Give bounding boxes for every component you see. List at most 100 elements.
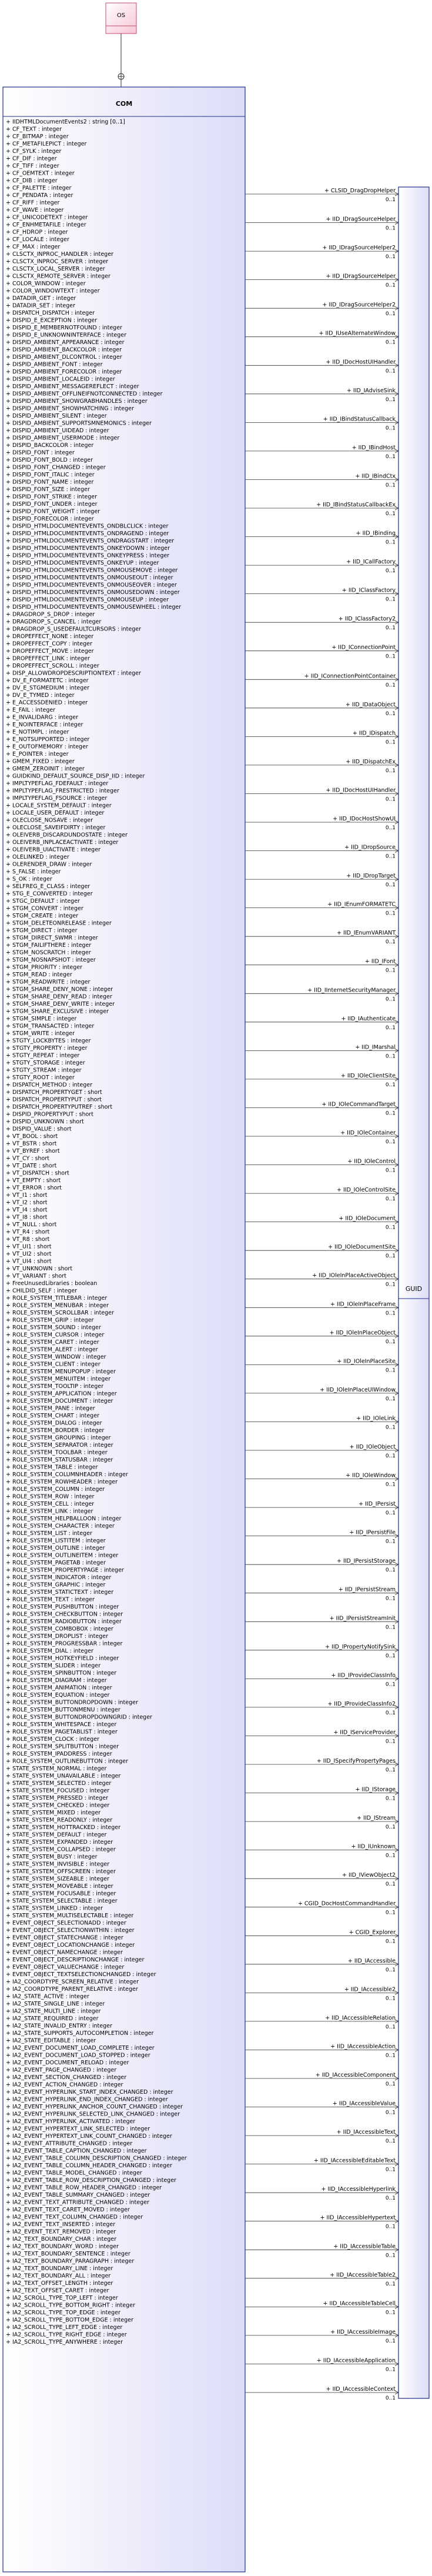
association[interactable]: + IID_IPropertyNotifySink 0..1 — [245, 1644, 399, 1659]
association[interactable]: + IID_IOleLink 0..1 — [245, 1416, 399, 1431]
association[interactable]: + IID_IFont 0..1 — [245, 959, 399, 974]
association[interactable]: + IID_IOleWindow 0..1 — [245, 1473, 399, 1488]
com-member: + ROLE_SYSTEM_DIALOG : integer — [6, 1420, 102, 1427]
association[interactable]: + IID_IServiceProvider 0..1 — [245, 1730, 399, 1745]
association[interactable]: + IID_IAccessible 0..1 — [245, 1958, 399, 1973]
com-member: + DISPID_VALUE : short — [6, 1126, 72, 1133]
association[interactable]: + IID_IConnectionPointContainer 0..1 — [245, 673, 399, 688]
association[interactable]: + IID_IDocHostUIHandler 0..1 — [245, 359, 399, 374]
association[interactable]: + IID_IAuthenticate 0..1 — [245, 1016, 399, 1031]
os-class-box[interactable]: OS — [105, 2, 137, 34]
association-multiplicity: 0..1 — [386, 1168, 396, 1174]
association[interactable]: + IID_IOleControl 0..1 — [245, 1159, 399, 1174]
association-role-label: + IID_IOleContainer — [340, 1130, 396, 1136]
association[interactable]: + IID_ISpecifyPropertyPages 0..1 — [245, 1758, 399, 1773]
association[interactable]: + IID_IBindStatusCallback 0..1 — [245, 416, 399, 431]
association[interactable]: + IID_IDocHostUIHandler 0..1 — [245, 788, 399, 803]
association-role-label: + IID_IProvideClassInfo — [331, 1672, 396, 1679]
com-member: + ROLE_SYSTEM_MENUITEM : integer — [6, 1376, 110, 1383]
association[interactable]: + IID_IAccessibleText 0..1 — [245, 2129, 399, 2144]
association[interactable]: + IID_IAccessible2 0..1 — [245, 1986, 399, 2001]
association[interactable]: + IID_IAccessibleTable2 0..1 — [245, 2272, 399, 2287]
association[interactable]: + IID_IBindStatusCallbackEx 0..1 — [245, 502, 399, 517]
association[interactable]: + IID_IViewObject2 0..1 — [245, 1872, 399, 1887]
com-member: + DISPID_HTMLDOCUMENTEVENTS_ONKEYDOWN : … — [6, 545, 170, 552]
association[interactable]: + IID_IOleContainer 0..1 — [245, 1130, 399, 1145]
association[interactable]: + IID_IInternetSecurityManager 0..1 — [245, 987, 399, 1002]
association[interactable]: + IID_IOleInPlaceFrame 0..1 — [245, 1301, 399, 1316]
association[interactable]: + IID_IDropTarget 0..1 — [245, 873, 399, 888]
association[interactable]: + IID_IProvideClassInfo2 0..1 — [245, 1701, 399, 1716]
association-multiplicity: 0..1 — [386, 1225, 396, 1231]
com-member: + IA2_TEXT_BOUNDARY_SENTENCE : integer — [6, 2251, 130, 2257]
association[interactable]: + IID_IDropSource 0..1 — [245, 845, 399, 860]
association[interactable]: + IID_IBindHost 0..1 — [245, 445, 399, 460]
association[interactable]: + IID_IProvideClassInfo 0..1 — [245, 1672, 399, 1687]
association[interactable]: + IID_IDragSourceHelper 0..1 — [245, 216, 399, 232]
association[interactable]: + IID_IAccessibleComponent 0..1 — [245, 2072, 399, 2087]
association[interactable]: + IID_IUseAlternateWindow 0..1 — [245, 331, 399, 346]
association[interactable]: + IID_IAdviseSink 0..1 — [245, 388, 399, 403]
association[interactable]: + CGID_DocHostCommandHandler 0..1 — [245, 1901, 399, 1916]
association-role-label: + IID_IAccessibleEditableText — [314, 2158, 396, 2164]
association[interactable]: + IID_IAccessibleTableCell 0..1 — [245, 2300, 399, 2315]
association[interactable]: + IID_IClassFactory 0..1 — [245, 588, 399, 603]
association-role-label: + IID_IPersist — [359, 1501, 396, 1507]
association[interactable]: + IID_IOleInPlaceObject 0..1 — [245, 1330, 399, 1345]
association[interactable]: + IID_IDataObject 0..1 — [245, 702, 399, 717]
association[interactable]: + IID_IDragSourceHelper2 0..1 — [245, 302, 399, 317]
association[interactable]: + IID_IOleObject 0..1 — [245, 1444, 399, 1459]
association[interactable]: + IID_IEnumVARIANT 0..1 — [245, 930, 399, 945]
association[interactable]: + IID_IPersist 0..1 — [245, 1501, 399, 1516]
association[interactable]: + IID_IAccessibleHyperlink 0..1 — [245, 2186, 399, 2201]
association[interactable]: + IID_IOleClientSite 0..1 — [245, 1073, 399, 1088]
association[interactable]: + IID_IAccessibleApplication 0..1 — [245, 2358, 399, 2373]
association[interactable]: + IID_IAccessibleTable 0..1 — [245, 2243, 399, 2258]
association[interactable]: + IID_IOleCommandTarget 0..1 — [245, 1102, 399, 1117]
association[interactable]: + IID_IAccessibleValue 0..1 — [245, 2101, 399, 2116]
guid-class-box[interactable]: GUID — [398, 186, 430, 2399]
association[interactable]: + IID_IAccessibleEditableText 0..1 — [245, 2158, 399, 2173]
com-member: + DISPID_FONT_SIZE : integer — [6, 486, 90, 493]
com-member: + IA2_EVENT_HYPERLINK_ACTIVATED : intege… — [6, 2118, 135, 2125]
association[interactable]: + IID_IOleInPlaceUIWindow 0..1 — [245, 1387, 399, 1402]
association[interactable]: + IID_IStream 0..1 — [245, 1815, 399, 1830]
association-role-label: + IID_IDocHostUIHandler — [326, 359, 396, 365]
association[interactable]: + IID_IDispatch 0..1 — [245, 730, 399, 745]
com-member: + DRAGDROP_S_DROP : integer — [6, 612, 95, 618]
association[interactable]: + IID_IPersistStream 0..1 — [245, 1587, 399, 1602]
association[interactable]: + IID_IOleControlSite 0..1 — [245, 1187, 399, 1202]
com-member: + IA2_STATE_SUPPORTS_AUTOCOMPLETION : in… — [6, 2030, 153, 2037]
association[interactable]: + IID_IAccessibleHypertext 0..1 — [245, 2215, 399, 2230]
association[interactable]: + IID_IStorage 0..1 — [245, 1787, 399, 1802]
association-role-label: + IID_IOleControlSite — [337, 1187, 396, 1193]
association[interactable]: + IID_ICallFactory 0..1 — [245, 559, 399, 574]
association[interactable]: + IID_IDragSourceHelper 0..1 — [245, 273, 399, 289]
association[interactable]: + CLSID_DragDropHelper 0..1 — [245, 188, 399, 203]
association[interactable]: + IID_IPersistStorage 0..1 — [245, 1558, 399, 1573]
association[interactable]: + IID_IAccessibleRelation 0..1 — [245, 2015, 399, 2030]
association[interactable]: + IID_IOleDocumentSite 0..1 — [245, 1244, 399, 1259]
association[interactable]: + IID_IOleDocument 0..1 — [245, 1216, 399, 1231]
association[interactable]: + IID_IAccessibleImage 0..1 — [245, 2329, 399, 2344]
association[interactable]: + IID_IDispatchEx 0..1 — [245, 759, 399, 774]
association[interactable]: + IID_IAccessibleContext 0..1 — [245, 2386, 399, 2401]
association[interactable]: + IID_IUnknown 0..1 — [245, 1844, 399, 1859]
association-role-label: + IID_IDragSourceHelper — [326, 273, 396, 280]
association[interactable]: + IID_IEnumFORMATETC 0..1 — [245, 902, 399, 917]
com-class-box[interactable]: COM + IIDHTMLDocumentEvents2 : string [0… — [2, 86, 246, 2572]
association[interactable]: + IID_IMarshal 0..1 — [245, 1044, 399, 1059]
association[interactable]: + IID_IBinding 0..1 — [245, 530, 399, 546]
association[interactable]: + IID_IPersistFile 0..1 — [245, 1530, 399, 1545]
association[interactable]: + IID_IClassFactory2 0..1 — [245, 616, 399, 631]
association[interactable]: + IID_IDocHostShowUI 0..1 — [245, 816, 399, 831]
association[interactable]: + IID_IAccessibleAction 0..1 — [245, 2044, 399, 2059]
association[interactable]: + IID_IConnectionPoint 0..1 — [245, 645, 399, 660]
association[interactable]: + IID_IOleInPlaceActiveObject 0..1 — [245, 1273, 399, 1288]
association[interactable]: + IID_IBindCtx 0..1 — [245, 473, 399, 489]
association[interactable]: + IID_IPersistStreamInit 0..1 — [245, 1615, 399, 1630]
association[interactable]: + IID_IDragSourceHelper2 0..1 — [245, 245, 399, 260]
association[interactable]: + CGID_Explorer 0..1 — [245, 1929, 399, 1944]
com-member: + IA2_STATE_ACTIVE : integer — [6, 1994, 89, 2000]
association[interactable]: + IID_IOleInPlaceSite 0..1 — [245, 1358, 399, 1373]
